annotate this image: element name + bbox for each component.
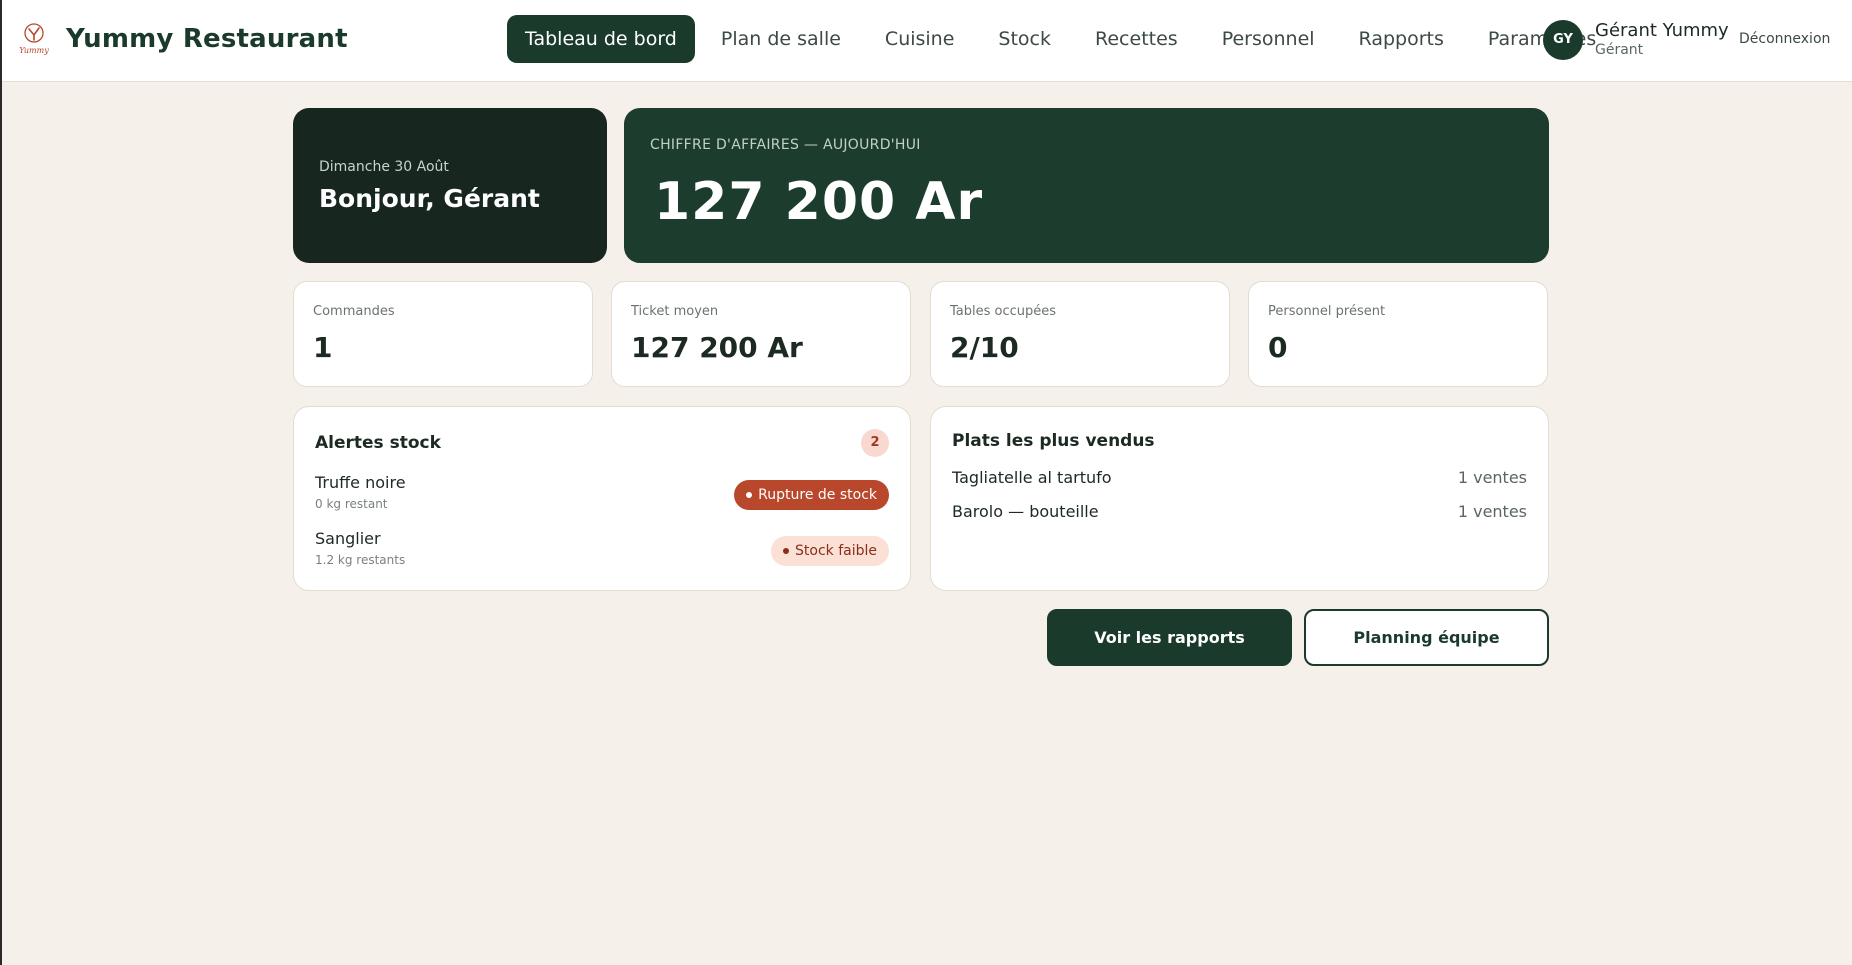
stock-item-remaining: 0 kg restant xyxy=(315,497,388,511)
stock-alerts-title: Alertes stock xyxy=(315,433,441,453)
svg-text:Yummy: Yummy xyxy=(19,46,49,55)
revenue-label: CHIFFRE D'AFFAIRES — AUJOURD'HUI xyxy=(650,137,921,153)
top-dish-item: Barolo — bouteille 1 ventes xyxy=(952,502,1527,524)
page: Yummy Yummy Restaurant Tableau de bord P… xyxy=(0,0,1852,965)
kpi-label: Ticket moyen xyxy=(631,304,719,319)
top-header: Yummy Yummy Restaurant Tableau de bord P… xyxy=(2,0,1852,82)
top-dishes-panel: Plats les plus vendus Tagliatelle al tar… xyxy=(930,406,1549,591)
dish-sales-count: 1 ventes xyxy=(1457,502,1527,521)
dish-name: Barolo — bouteille xyxy=(952,502,1099,521)
low-stock-badge: Stock faible xyxy=(771,536,889,566)
stock-alerts-count-badge: 2 xyxy=(861,429,889,457)
kpi-value: 1 xyxy=(313,331,333,364)
kpi-card-tables-occupees: Tables occupées 2/10 xyxy=(930,281,1230,387)
nav-item-rapports[interactable]: Rapports xyxy=(1341,15,1462,63)
team-planning-button[interactable]: Planning équipe xyxy=(1304,609,1549,666)
revenue-card: CHIFFRE D'AFFAIRES — AUJOURD'HUI 127 200… xyxy=(624,108,1549,263)
restaurant-logo-icon[interactable]: Yummy xyxy=(14,18,54,58)
kpi-label: Commandes xyxy=(313,304,395,319)
kpi-card-personnel-present: Personnel présent 0 xyxy=(1248,281,1548,387)
nav-item-stock[interactable]: Stock xyxy=(980,15,1069,63)
kpi-card-commandes: Commandes 1 xyxy=(293,281,593,387)
stock-item-name: Sanglier xyxy=(315,529,381,548)
nav-item-recettes[interactable]: Recettes xyxy=(1077,15,1196,63)
top-dish-item: Tagliatelle al tartufo 1 ventes xyxy=(952,468,1527,490)
top-dishes-title: Plats les plus vendus xyxy=(952,431,1155,451)
user-name: Gérant Yummy xyxy=(1595,20,1729,41)
user-avatar[interactable]: GY xyxy=(1543,20,1583,60)
nav-item-tableau-de-bord[interactable]: Tableau de bord xyxy=(507,15,695,63)
stock-item-name: Truffe noire xyxy=(315,473,406,492)
nav-item-plan-de-salle[interactable]: Plan de salle xyxy=(703,15,859,63)
logout-link[interactable]: Déconnexion xyxy=(1739,31,1830,47)
kpi-value: 2/10 xyxy=(950,331,1019,364)
dish-sales-count: 1 ventes xyxy=(1457,468,1527,487)
out-of-stock-badge: Rupture de stock xyxy=(734,480,889,510)
stock-item-remaining: 1.2 kg restants xyxy=(315,553,406,567)
kpi-label: Personnel présent xyxy=(1268,304,1386,319)
kpi-card-ticket-moyen: Ticket moyen 127 200 Ar xyxy=(611,281,911,387)
current-date: Dimanche 30 Août xyxy=(319,159,449,175)
dish-name: Tagliatelle al tartufo xyxy=(952,468,1112,487)
brand-name: Yummy Restaurant xyxy=(66,24,348,54)
user-role: Gérant xyxy=(1595,42,1644,58)
greeting-card: Dimanche 30 Août Bonjour, Gérant xyxy=(293,108,607,263)
greeting-text: Bonjour, Gérant xyxy=(319,184,540,213)
revenue-value: 127 200 Ar xyxy=(654,172,984,232)
stock-alert-item[interactable]: Sanglier 1.2 kg restants Stock faible xyxy=(315,529,889,575)
nav-item-personnel[interactable]: Personnel xyxy=(1204,15,1333,63)
stock-alert-item[interactable]: Truffe noire 0 kg restant Rupture de sto… xyxy=(315,473,889,519)
kpi-value: 0 xyxy=(1268,331,1288,364)
stock-alerts-panel: Alertes stock 2 Truffe noire 0 kg restan… xyxy=(293,406,911,591)
kpi-value: 127 200 Ar xyxy=(631,331,803,364)
nav-item-cuisine[interactable]: Cuisine xyxy=(867,15,973,63)
view-reports-button[interactable]: Voir les rapports xyxy=(1047,609,1292,666)
main-nav: Tableau de bord Plan de salle Cuisine St… xyxy=(507,15,1622,63)
kpi-label: Tables occupées xyxy=(950,304,1057,319)
